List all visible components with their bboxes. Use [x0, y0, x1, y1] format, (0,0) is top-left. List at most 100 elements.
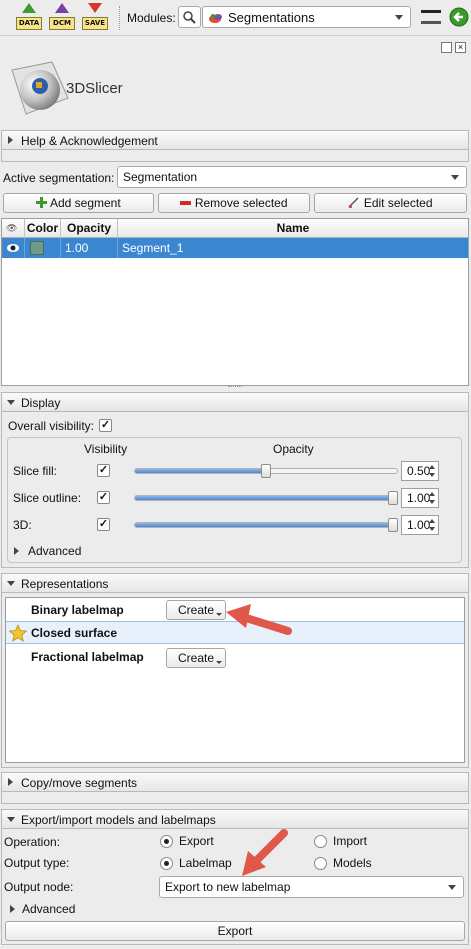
collapsed-arrow-icon [10, 905, 15, 913]
display-panel-header[interactable]: Display [1, 392, 469, 412]
segment-name-cell[interactable]: Segment_1 [118, 238, 468, 258]
slice-outline-spinbox[interactable]: 1.00 [401, 488, 439, 508]
segment-visibility-toggle[interactable] [2, 238, 25, 258]
slice-fill-label: Slice fill: [13, 464, 58, 478]
3d-opacity-slider-handle[interactable] [388, 518, 398, 532]
slice-outline-slider[interactable] [134, 495, 398, 501]
chevron-down-icon [216, 661, 222, 664]
active-segmentation-label: Active segmentation: [3, 171, 115, 185]
copy-move-panel-body [1, 792, 469, 804]
models-radio[interactable] [314, 857, 327, 870]
import-radio[interactable] [314, 835, 327, 848]
visibility-column-header[interactable]: 👁 [2, 219, 25, 238]
help-panel-title: Help & Acknowledgement [21, 134, 158, 148]
back-arrow-icon[interactable] [449, 6, 469, 28]
table-row[interactable]: 1.00 Segment_1 [2, 238, 468, 258]
undock-icon[interactable] [441, 42, 452, 53]
slice-outline-slider-handle[interactable] [388, 491, 398, 505]
save-button[interactable]: SAVE [82, 3, 108, 33]
close-icon[interactable]: × [455, 42, 466, 53]
export-radio-label: Export [179, 834, 214, 848]
splitter-handle[interactable] [228, 386, 242, 389]
3d-visibility-checkbox[interactable]: ✓ [97, 518, 110, 531]
slicer-logo-icon [11, 61, 69, 115]
slice-fill-slider-fill [135, 469, 266, 473]
create-button-label: Create [177, 603, 215, 617]
slice-outline-checkbox[interactable]: ✓ [97, 491, 110, 504]
spin-up-icon[interactable] [429, 492, 435, 496]
representations-panel-body: Binary labelmap Create Closed surface Fr… [1, 593, 469, 768]
labelmap-radio-label: Labelmap [179, 856, 232, 870]
edit-selected-button[interactable]: Edit selected [314, 193, 467, 213]
opacity-column-label: Opacity [273, 442, 314, 456]
opacity-column-header[interactable]: Opacity [61, 219, 118, 238]
segments-table-header: 👁 Color Opacity Name [2, 219, 468, 238]
chevron-down-icon [451, 175, 459, 180]
module-selector-value: Segmentations [228, 10, 315, 25]
load-data-button[interactable]: DATA [16, 3, 42, 33]
segment-color-cell[interactable] [25, 238, 61, 258]
pencil-icon [348, 197, 359, 208]
segment-opacity-cell[interactable]: 1.00 [61, 238, 118, 258]
fractional-labelmap-label: Fractional labelmap [31, 650, 144, 664]
dicom-button[interactable]: DCM [49, 3, 75, 33]
save-button-label: SAVE [82, 17, 108, 30]
module-search-button[interactable] [178, 6, 201, 28]
slicer-logo: 3DSlicer [4, 58, 134, 120]
binary-labelmap-label: Binary labelmap [31, 603, 124, 617]
chevron-down-icon [216, 613, 222, 616]
spin-down-icon[interactable] [429, 473, 435, 477]
module-selector[interactable]: Segmentations [202, 6, 411, 28]
3d-opacity-slider-fill [135, 523, 397, 527]
representations-panel-title: Representations [21, 577, 109, 591]
active-segmentation-selector[interactable]: Segmentation [117, 166, 467, 188]
spin-down-icon[interactable] [429, 500, 435, 504]
spin-up-icon[interactable] [429, 465, 435, 469]
labelmap-radio[interactable] [160, 857, 173, 870]
export-radio[interactable] [160, 835, 173, 848]
export-advanced-toggle[interactable]: Advanced [2, 900, 152, 918]
representations-panel-header[interactable]: Representations [1, 573, 469, 593]
display-advanced-toggle[interactable]: Advanced [8, 542, 158, 560]
overall-visibility-checkbox[interactable]: ✓ [99, 419, 112, 432]
export-button[interactable]: Export [5, 921, 465, 941]
slice-outline-label: Slice outline: [13, 491, 82, 505]
copy-move-panel-header[interactable]: Copy/move segments [1, 772, 469, 792]
slice-fill-spinbox[interactable]: 0.50 [401, 461, 439, 481]
name-column-header[interactable]: Name [118, 219, 468, 238]
slice-fill-checkbox[interactable]: ✓ [97, 464, 110, 477]
export-import-panel-header[interactable]: Export/import models and labelmaps [1, 809, 469, 829]
chevron-down-icon [448, 885, 456, 890]
color-column-header[interactable]: Color [25, 219, 61, 238]
3d-opacity-spinbox[interactable]: 1.00 [401, 515, 439, 535]
expanded-arrow-icon [7, 400, 15, 405]
module-history-icon[interactable] [421, 10, 441, 24]
toolbar-separator [119, 6, 121, 30]
create-fractional-labelmap-button[interactable]: Create [166, 648, 226, 668]
modules-label: Modules: [127, 11, 176, 25]
add-segment-button[interactable]: Add segment [3, 193, 154, 213]
add-segment-label: Add segment [49, 196, 121, 210]
3d-label: 3D: [13, 518, 32, 532]
slice-fill-slider-handle[interactable] [261, 464, 271, 478]
list-item[interactable]: Fractional labelmap Create [6, 644, 464, 668]
export-button-label: Export [217, 924, 253, 938]
slice-outline-value: 1.00 [407, 491, 431, 505]
visibility-column-label: Visibility [84, 442, 128, 456]
spin-down-icon[interactable] [429, 527, 435, 531]
3d-opacity-slider[interactable] [134, 522, 398, 528]
segments-table: 👁 Color Opacity Name 1.00 Segment_1 [1, 218, 469, 386]
create-binary-labelmap-button[interactable]: Create [166, 600, 226, 620]
list-item[interactable]: Closed surface [6, 621, 464, 644]
slicer-logo-text: 3DSlicer [66, 80, 123, 97]
help-panel-header[interactable]: Help & Acknowledgement [1, 130, 469, 150]
module-toolbar: DATA DCM SAVE Modules: Segmentations [0, 0, 471, 36]
spin-up-icon[interactable] [429, 519, 435, 523]
remove-selected-button[interactable]: Remove selected [158, 193, 310, 213]
3d-opacity-value: 1.00 [407, 518, 431, 532]
output-node-value: Export to new labelmap [165, 880, 291, 894]
expanded-arrow-icon [7, 817, 15, 822]
output-node-selector[interactable]: Export to new labelmap [159, 876, 464, 898]
list-item[interactable]: Binary labelmap Create [6, 598, 464, 621]
models-radio-label: Models [333, 856, 372, 870]
